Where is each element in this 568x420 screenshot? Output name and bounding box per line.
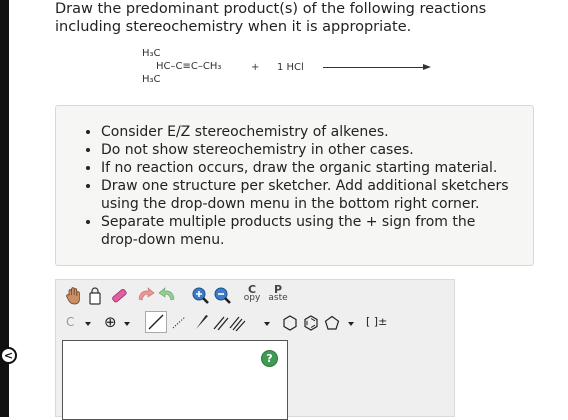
element-selector[interactable]: C <box>66 315 74 329</box>
triple-bond-icon[interactable] <box>229 314 247 332</box>
cyclohexane-icon[interactable] <box>282 315 298 331</box>
bond-dropdown-arrow-icon[interactable] <box>264 322 270 326</box>
charge-dropdown-arrow-icon[interactable] <box>124 322 130 326</box>
instruction-item: Do not show stereochemistry in other cas… <box>101 141 533 159</box>
single-bond-icon[interactable] <box>145 311 167 333</box>
reactant-bottom-methyl: H₃C <box>142 74 161 85</box>
reaction-scheme: H₃C HC–C≡C–CH₃ H₃C + 1 HCl <box>140 46 440 94</box>
paste-button[interactable]: P aste <box>267 284 289 303</box>
zoom-in-icon[interactable] <box>191 286 211 306</box>
question-prompt: Draw the predominant product(s) of the f… <box>55 1 487 35</box>
reactant-top-methyl: H₃C <box>142 48 161 59</box>
reaction-arrow <box>323 67 423 68</box>
copy-button[interactable]: C opy <box>242 284 262 303</box>
reaction-plus: + <box>251 62 260 73</box>
molecule-sketcher: C opy P aste C ⊕ [ ]± ? <box>55 279 455 420</box>
instructions-panel: Consider E/Z stereochemistry of alkenes.… <box>55 105 534 266</box>
reactant-main-chain: HC–C≡C–CH₃ <box>156 61 222 72</box>
chevron-left-icon: < <box>3 349 14 362</box>
undo-icon[interactable] <box>136 286 156 306</box>
hashed-bond-icon[interactable] <box>170 314 188 332</box>
reagent: 1 HCl <box>277 62 304 73</box>
instruction-item: Draw one structure per sketcher. Add add… <box>101 177 533 213</box>
hand-icon[interactable] <box>64 286 84 306</box>
bracket-button[interactable]: [ ]± <box>366 315 387 328</box>
charge-button[interactable]: ⊕ <box>104 313 117 331</box>
ring-dropdown-arrow-icon[interactable] <box>348 322 354 326</box>
instruction-item: Separate multiple products using the + s… <box>101 213 533 249</box>
eraser-icon[interactable] <box>108 286 130 306</box>
bracket-label: [ ]± <box>366 315 388 328</box>
help-button[interactable]: ? <box>261 350 278 367</box>
wedge-bond-icon[interactable] <box>193 314 211 332</box>
zoom-out-icon[interactable] <box>213 286 233 306</box>
element-selected-label: C <box>66 315 75 329</box>
instruction-item: Consider E/Z stereochemistry of alkenes. <box>101 123 533 141</box>
instruction-item: If no reaction occurs, draw the organic … <box>101 159 533 177</box>
drawing-canvas[interactable] <box>62 340 288 420</box>
charge-label: ⊕ <box>104 313 117 331</box>
help-icon: ? <box>266 352 273 365</box>
element-dropdown-arrow-icon[interactable] <box>85 322 91 326</box>
cyclopentane-icon[interactable] <box>324 315 340 331</box>
lasso-icon[interactable] <box>87 286 103 306</box>
benzene-icon[interactable] <box>303 315 319 331</box>
collapse-panel-button[interactable]: < <box>0 347 17 364</box>
copy-rest: opy <box>243 293 261 303</box>
double-bond-icon[interactable] <box>212 314 230 332</box>
redo-icon[interactable] <box>157 286 177 306</box>
arrow-head-icon <box>423 64 431 70</box>
paste-rest: aste <box>268 293 288 303</box>
